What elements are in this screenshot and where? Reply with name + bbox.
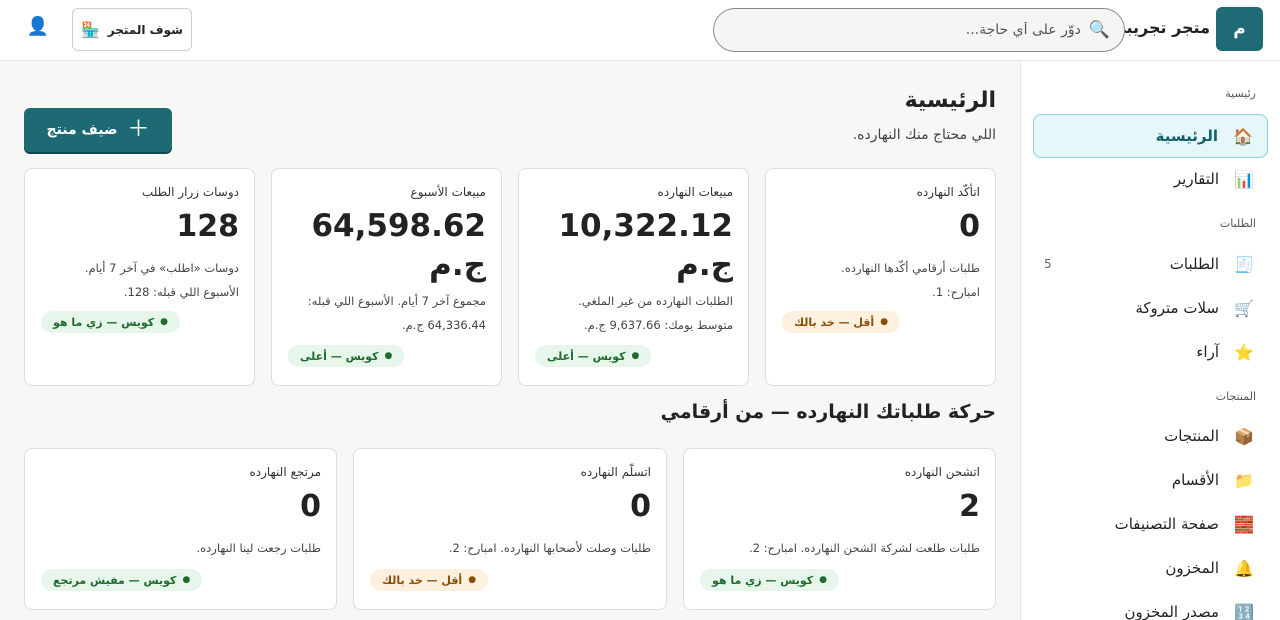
sidebar-section-orders: الطلبات (1219, 217, 1256, 230)
plus-icon: ＋ (127, 117, 150, 142)
status-badge: ● كويس — أعلى (288, 345, 405, 367)
status-badge: ● كويس — مفيش مرتجع (41, 569, 203, 591)
sidebar-item-orders[interactable]: 🧾 الطلبات 5 (1033, 242, 1268, 286)
kpi-label: دوسات زرار الطلب (141, 185, 239, 199)
cart-icon: 🛒 (1234, 298, 1254, 318)
kpi-value: 64,598.62 ج.م (311, 208, 486, 283)
sidebar-item-reviews[interactable]: ⭐ آراء (1033, 330, 1268, 374)
status-badge: ● كويس — أعلى (535, 345, 652, 367)
grid-icon: 🔢 (1234, 602, 1254, 620)
sidebar: رئيسية 🏠 الرئيسية 📊 التقارير الطلبات 🧾 ا… (1020, 61, 1280, 620)
storefront-icon: 🏪 (81, 20, 100, 39)
kpi-note-line: الطلبات النهارده من غير الملغي. (578, 293, 733, 308)
kpi-note-line: دوسات «اطلب» في آخر 7 أيام. (84, 261, 239, 275)
view-store-button[interactable]: شوف المتجر 🏪 (72, 8, 192, 51)
kpi-note: الطلبات النهارده من غير الملغي. متوسط يو… (534, 289, 733, 337)
sidebar-item-categories[interactable]: 📁 الأقسام (1033, 458, 1268, 502)
bell-icon: 🔔 (1234, 558, 1254, 578)
kpi-label: مبيعات النهارده (657, 185, 733, 199)
kpi-note: دوسات «اطلب» في آخر 7 أيام. الأسبوع اللي… (40, 256, 239, 304)
folder-icon: 📁 (1234, 470, 1254, 490)
kpi-label: مبيعات الأسبوع (410, 185, 486, 199)
sidebar-item-products[interactable]: 📦 المنتجات (1033, 414, 1268, 458)
movement-label: اتشحن النهارده (904, 465, 980, 479)
movement-value: 0 (630, 489, 651, 524)
kpi-note-line: مجموع آخر 7 أيام. الأسبوع اللي قبله: (307, 293, 486, 308)
sidebar-item-home[interactable]: 🏠 الرئيسية (1033, 114, 1268, 158)
kpi-note: مجموع آخر 7 أيام. الأسبوع اللي قبله: 64,… (287, 289, 486, 337)
add-product-label: ضيف منتج (46, 122, 118, 138)
kpi-card-order-clicks: دوسات زرار الطلب 128 دوسات «اطلب» في آخر… (24, 168, 255, 386)
top-bar: م متجر تجريبي 🔍 شوف المتجر 🏪 👤 (0, 0, 1280, 61)
sidebar-item-label: التقارير (1173, 170, 1219, 188)
movement-value: 0 (300, 489, 321, 524)
sidebar-item-label: المخزون (1165, 559, 1219, 577)
movement-note: طلبات رجعت لينا النهارده. (196, 541, 321, 555)
movement-label: مرتجع النهارده (249, 465, 321, 479)
kpi-value: 0 (959, 209, 980, 244)
movement-note: طلبات طلعت لشركة الشحن النهارده. امبارح:… (749, 541, 980, 555)
movement-card-delivered: اتسلّم النهارده 0 طلبات وصلت لأصحابها ال… (353, 448, 667, 610)
status-badge: ● كويس — زي ما هو (41, 311, 181, 333)
kpi-note-line: امبارح: 1. (932, 285, 980, 299)
sidebar-item-label: المنتجات (1164, 427, 1219, 445)
sidebar-item-label: الرئيسية (1155, 127, 1218, 145)
sidebar-item-label: الأقسام (1171, 471, 1219, 489)
bar-chart-icon: 📊 (1234, 169, 1254, 189)
sidebar-item-label: الطلبات (1169, 255, 1219, 273)
kpi-note-line: طلبات أرقامي أكّدها النهارده. (841, 261, 980, 275)
orders-movement-title: حركة طلباتك النهارده — من أرقامي (660, 401, 996, 423)
kpi-note: طلبات أرقامي أكّدها النهارده. امبارح: 1. (781, 256, 980, 304)
status-badge: ● كويس — زي ما هو (700, 569, 840, 591)
receipt-icon: 🧾 (1234, 254, 1254, 274)
house-icon: 🏠 (1233, 126, 1253, 146)
sidebar-item-reports[interactable]: 📊 التقارير (1033, 157, 1268, 201)
add-product-button[interactable]: ＋ ضيف منتج (24, 108, 172, 152)
orders-count-badge: 5 (1044, 257, 1052, 271)
sidebar-item-abandoned-carts[interactable]: 🛒 سلات متروكة (1033, 286, 1268, 330)
sidebar-section-main: رئيسية (1225, 87, 1256, 100)
kpi-note-line: 64,336.44 ج.م. (401, 317, 486, 332)
kpi-label: اتأكّد النهارده (916, 185, 980, 199)
movement-note: طلبات وصلت لأصحابها النهارده. امبارح: 2. (448, 541, 651, 555)
store-name: متجر تجريبي (1110, 18, 1210, 37)
kpi-card-confirmed-today: اتأكّد النهارده 0 طلبات أرقامي أكّدها ال… (765, 168, 996, 386)
search-box[interactable]: 🔍 (713, 8, 1125, 52)
sidebar-item-category-page[interactable]: 🧱 صفحة التصنيفات (1033, 502, 1268, 546)
movement-card-returned: مرتجع النهارده 0 طلبات رجعت لينا النهارد… (24, 448, 337, 610)
user-avatar-icon[interactable]: 👤 (27, 15, 49, 37)
movement-card-shipped: اتشحن النهارده 2 طلبات طلعت لشركة الشحن … (683, 448, 996, 610)
status-badge: ● أقل — خد بالك (370, 569, 489, 591)
kpi-value: 128 (176, 209, 239, 244)
movement-value: 2 (959, 489, 980, 524)
star-icon: ⭐ (1234, 342, 1254, 362)
kpi-note-line: متوسط يومك: 9,637.66 ج.م. (583, 317, 733, 332)
sidebar-item-inventory[interactable]: 🔔 المخزون (1033, 546, 1268, 590)
status-badge: ● أقل — خد بالك (782, 311, 901, 333)
page-subtitle: اللي محتاج منك النهارده. (852, 127, 996, 143)
page-title: الرئيسية (904, 88, 996, 113)
sidebar-item-inventory-source[interactable]: 🔢 مصدر المخزون (1033, 590, 1268, 620)
kpi-value: 10,322.12 ج.م (558, 208, 733, 283)
search-input[interactable] (750, 22, 1081, 38)
search-icon: 🔍 (1088, 20, 1110, 40)
sidebar-item-label: مصدر المخزون (1124, 603, 1219, 620)
box-icon: 📦 (1234, 426, 1254, 446)
kpi-card-sales-today: مبيعات النهارده 10,322.12 ج.م الطلبات ال… (518, 168, 749, 386)
bricks-icon: 🧱 (1234, 514, 1254, 534)
sidebar-item-label: سلات متروكة (1135, 299, 1219, 317)
kpi-card-sales-week: مبيعات الأسبوع 64,598.62 ج.م مجموع آخر 7… (271, 168, 502, 386)
kpi-note-line: الأسبوع اللي قبله: 128. (123, 285, 239, 299)
store-logo[interactable]: م (1216, 7, 1263, 51)
view-store-label: شوف المتجر (107, 22, 183, 37)
sidebar-item-label: صفحة التصنيفات (1114, 515, 1219, 533)
sidebar-item-label: آراء (1196, 343, 1219, 361)
movement-label: اتسلّم النهارده (580, 465, 651, 479)
sidebar-section-products: المنتجات (1215, 390, 1256, 403)
